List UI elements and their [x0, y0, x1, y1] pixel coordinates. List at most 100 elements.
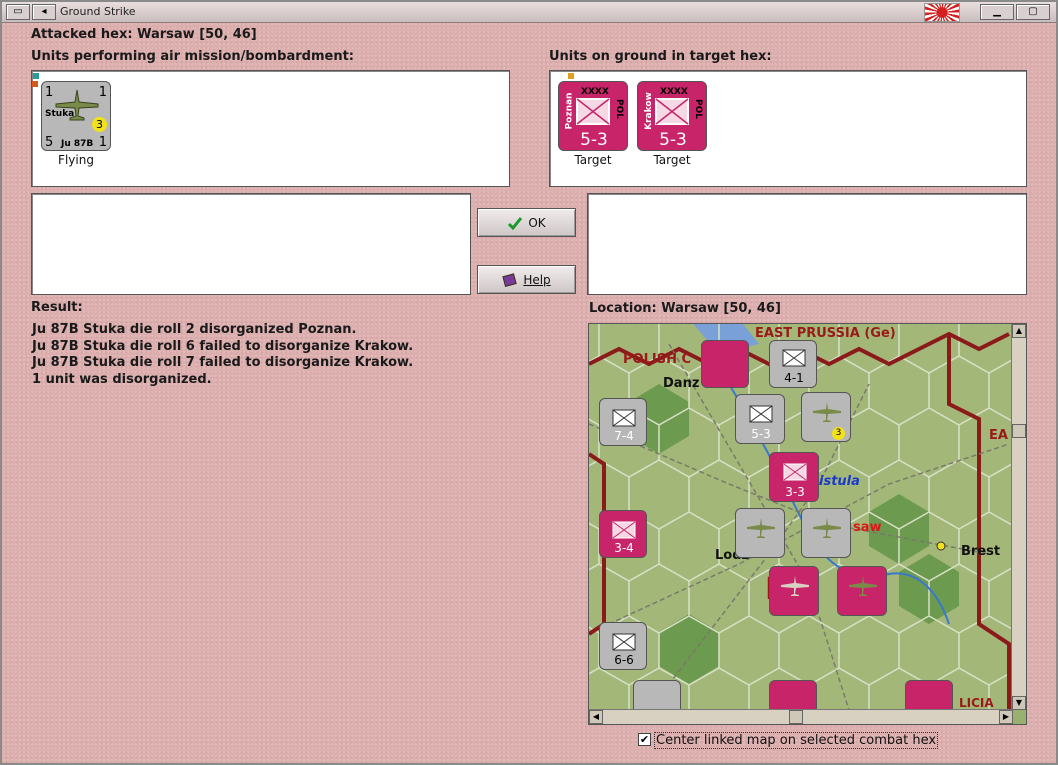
ground-units-panel: XXXX Poznan POL 5-3 Target XXXX Krakow P… — [549, 70, 1027, 187]
vertical-scroll-thumb[interactable] — [1012, 424, 1026, 438]
unit-name: Krakow — [643, 92, 654, 130]
air-unit-counter[interactable]: 1 1 Stuka 3 5 Ju 87B 1 — [41, 81, 111, 151]
unit-name: Stuka — [45, 109, 75, 119]
unit-marker-icon — [33, 73, 39, 79]
map-air-counter[interactable]: 3 — [801, 392, 851, 442]
stuka-aircraft-icon — [747, 518, 775, 538]
unit-marker-icon — [32, 81, 38, 87]
location-map[interactable]: EAST PRUSSIA (Ge) POLISH C Danz istula s… — [588, 323, 1027, 725]
unit-range-value: 5 — [45, 135, 54, 150]
map-air-counter[interactable] — [735, 508, 785, 558]
unit-strength: 4-1 — [784, 371, 804, 385]
infantry-symbol-icon — [576, 98, 610, 125]
infantry-symbol-icon — [655, 98, 689, 125]
result-text: Ju 87B Stuka die roll 2 disorganized Poz… — [32, 322, 413, 388]
unit-strength: 5-3 — [659, 130, 687, 150]
map-label-galicia: LICIA — [959, 696, 994, 710]
help-button[interactable]: Help — [477, 265, 576, 294]
map-vertical-scrollbar[interactable]: ▲ ▼ — [1011, 324, 1026, 710]
system-menu-button[interactable]: ▭ — [6, 4, 30, 20]
result-label: Result: — [31, 300, 83, 315]
map-label-east: EA — [989, 428, 1008, 443]
scroll-up-arrow-icon[interactable]: ▲ — [1012, 324, 1026, 338]
scroll-down-arrow-icon[interactable]: ▼ — [1012, 696, 1026, 710]
unit-marker-icon — [568, 73, 574, 79]
result-line: Ju 87B Stuka die roll 2 disorganized Poz… — [32, 322, 357, 337]
unit-badge: 3 — [832, 427, 845, 440]
scroll-left-arrow-icon[interactable]: ◀ — [589, 710, 603, 724]
unit-type: Ju 87B — [61, 139, 94, 149]
unit-strength: 5-3 — [751, 427, 771, 441]
infantry-symbol-icon — [783, 463, 807, 481]
window-title: Ground Strike — [60, 5, 136, 18]
help-label: Help — [523, 272, 551, 287]
unit-size: XXXX — [581, 87, 609, 97]
ground-unit-status: Target — [653, 153, 691, 167]
unit-strength: 6-6 — [614, 653, 634, 667]
unit-nation: POL — [692, 99, 703, 119]
air-unit-status: Flying — [58, 153, 94, 167]
map-air-counter[interactable] — [769, 566, 819, 616]
map-unit-counter[interactable]: 3-4 — [599, 510, 647, 558]
map-horizontal-scrollbar[interactable]: ◀ ▶ — [589, 709, 1013, 724]
map-unit-counter[interactable]: 6-6 — [599, 622, 647, 670]
ok-button[interactable]: OK — [477, 208, 576, 237]
japan-flag-icon — [924, 3, 960, 22]
fighter-aircraft-icon — [781, 576, 809, 596]
center-map-checkbox[interactable]: ✔ — [638, 733, 651, 746]
ground-unit-counter-poznan[interactable]: XXXX Poznan POL 5-3 — [558, 81, 628, 151]
back-button[interactable]: ◂ — [32, 4, 56, 20]
defender-info-panel — [587, 193, 1027, 295]
map-unit-counter[interactable]: 4-1 — [769, 340, 817, 388]
maximize-button[interactable]: ▢ — [1016, 4, 1050, 20]
fighter-aircraft-icon — [849, 576, 877, 596]
infantry-symbol-icon — [749, 405, 773, 423]
unit-strength: 5-3 — [580, 130, 608, 150]
result-line: Ju 87B Stuka die roll 6 failed to disorg… — [32, 338, 414, 354]
unit-misc-value: 1 — [98, 135, 107, 150]
map-label-east-prussia: EAST PRUSSIA (Ge) — [755, 326, 896, 341]
checkmark-icon — [508, 216, 523, 230]
map-label-warsaw: saw — [853, 520, 882, 535]
unit-strength: 7-4 — [614, 429, 634, 443]
infantry-symbol-icon — [612, 409, 636, 427]
ground-strike-window: ▭ ◂ Ground Strike ▁ ▢ Attacked hex: Wars… — [0, 0, 1058, 765]
map-label-polish-corridor: POLISH C — [623, 352, 692, 367]
attacked-hex-label: Attacked hex: Warsaw [50, 46] — [31, 27, 257, 42]
ground-units-label: Units on ground in target hex: — [549, 49, 772, 64]
unit-name: Poznan — [564, 92, 575, 130]
title-bar: ▭ ◂ Ground Strike ▁ ▢ — [2, 2, 1056, 23]
center-map-label[interactable]: Center linked map on selected combat hex — [654, 732, 939, 749]
result-line: Ju 87B Stuka die roll 7 failed to disorg… — [32, 355, 414, 370]
map-unit-counter[interactable]: 7-4 — [599, 398, 647, 446]
unit-strength: 3-4 — [614, 541, 634, 555]
unit-badge: 3 — [92, 117, 107, 132]
attacker-info-panel — [31, 193, 471, 295]
location-label: Location: Warsaw [50, 46] — [589, 301, 781, 316]
map-label-brest: Brest — [961, 544, 1001, 559]
horizontal-scroll-thumb[interactable] — [789, 710, 803, 724]
infantry-symbol-icon — [612, 521, 636, 539]
infantry-symbol-icon — [782, 349, 806, 367]
air-units-label: Units performing air mission/bombardment… — [31, 49, 355, 64]
air-units-panel: 1 1 Stuka 3 5 Ju 87B 1 Flying — [31, 70, 510, 187]
stuka-aircraft-icon — [813, 518, 841, 538]
armor-symbol-icon — [612, 633, 636, 651]
result-line: 1 unit was disorganized. — [32, 371, 212, 387]
help-book-icon — [502, 272, 518, 287]
map-air-counter[interactable] — [837, 566, 887, 616]
ground-unit-counter-krakow[interactable]: XXXX Krakow POL 5-3 — [637, 81, 707, 151]
minimize-button[interactable]: ▁ — [980, 4, 1014, 20]
ground-unit-status: Target — [574, 153, 612, 167]
unit-strength: 3-3 — [785, 485, 805, 499]
scroll-right-arrow-icon[interactable]: ▶ — [999, 710, 1013, 724]
ok-label: OK — [528, 215, 546, 230]
unit-size: XXXX — [660, 87, 688, 97]
map-unit-counter[interactable]: 3-3 — [769, 452, 819, 502]
unit-nation: POL — [613, 99, 624, 119]
map-air-counter[interactable] — [801, 508, 851, 558]
map-unit-counter[interactable]: 5-3 — [735, 394, 785, 444]
map-unit-counter[interactable] — [701, 340, 749, 388]
map-label-danzig: Danz — [663, 376, 700, 391]
unit-attack-value: 1 — [45, 85, 54, 100]
